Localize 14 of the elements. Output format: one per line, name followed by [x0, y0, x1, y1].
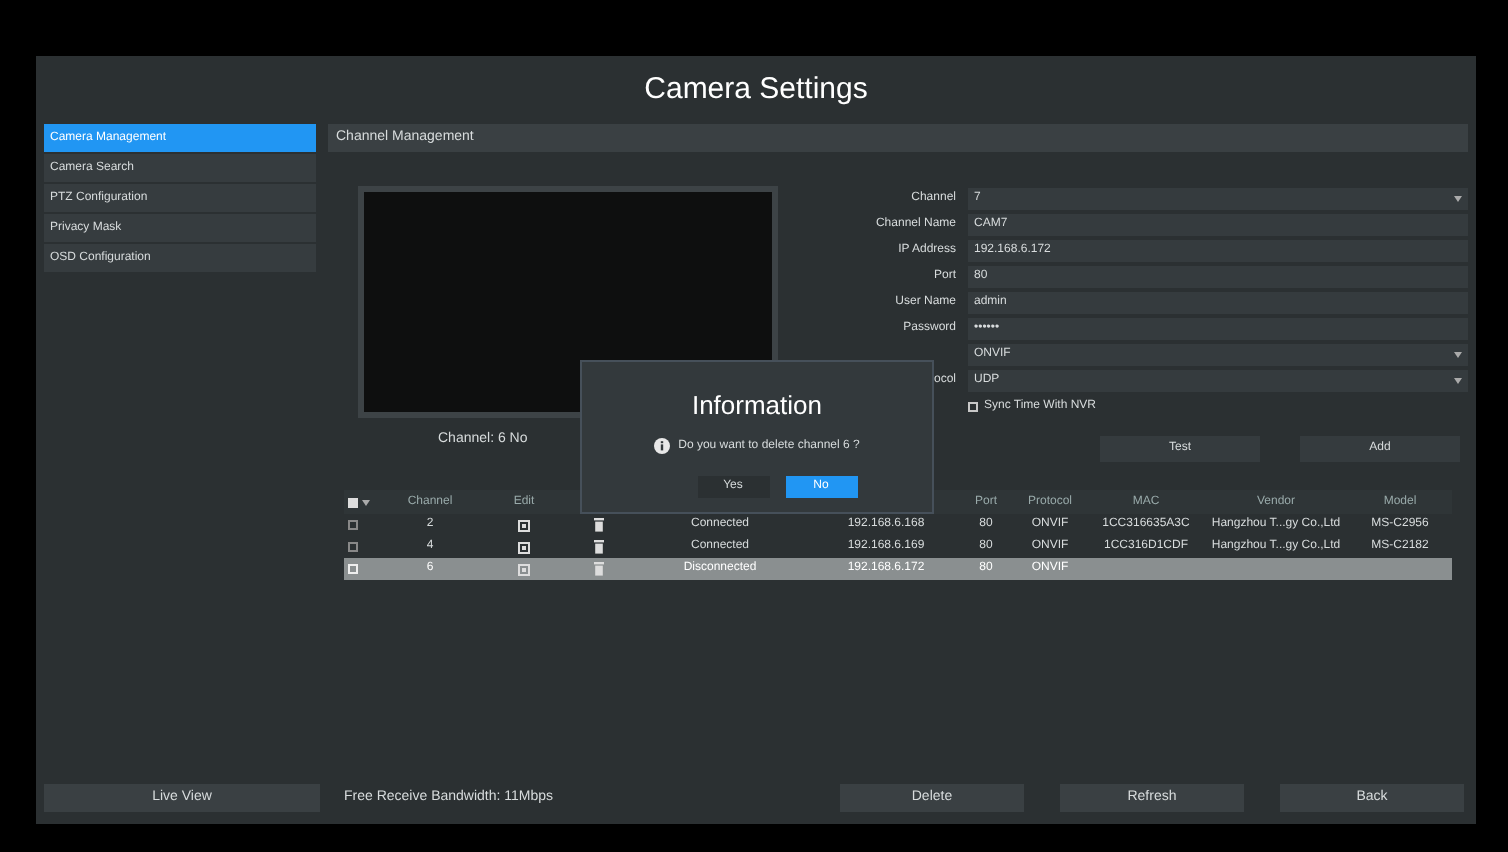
info-icon [654, 438, 671, 454]
checkbox[interactable] [348, 520, 358, 530]
trash-icon[interactable] [593, 540, 603, 554]
caret-icon [1454, 378, 1462, 384]
trash-icon[interactable] [593, 518, 603, 532]
caret-icon [1454, 196, 1462, 202]
edit-icon[interactable] [518, 519, 530, 531]
checkbox[interactable] [968, 402, 978, 412]
caret-icon [1454, 352, 1462, 358]
window-title: Camera Settings [644, 69, 868, 110]
edit-icon[interactable] [518, 541, 530, 553]
dialog-title: Information [691, 388, 823, 424]
checkbox[interactable] [348, 542, 358, 552]
caret-icon [362, 499, 370, 505]
